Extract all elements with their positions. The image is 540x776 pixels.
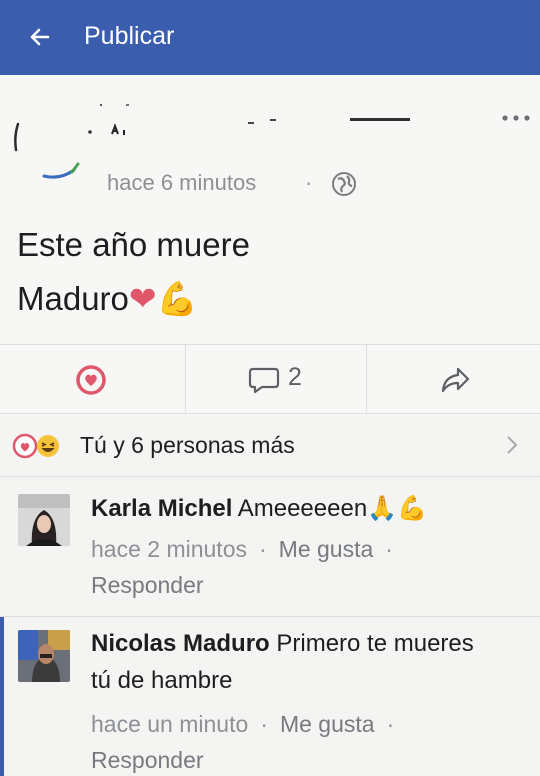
divider [0,413,540,414]
heart-emoji: ❤ [128,280,157,317]
comment-like-button[interactable]: Me gusta [280,711,375,737]
author-avatar[interactable] [10,110,100,190]
globe-icon [332,172,356,196]
top-app-bar: Publicar [0,0,540,75]
comment-text: Ameeeeeen🙏💪 [237,495,427,522]
more-horizontal-icon[interactable] [500,112,534,124]
post-text-line: Maduro [17,280,129,317]
comment-meta: hace un minuto · Me gusta · [91,711,406,738]
commenter-avatar[interactable] [18,494,70,546]
meta-separator: · [386,711,395,737]
commenter-avatar[interactable] [18,630,70,682]
comment-reply-button[interactable]: Responder [91,572,204,599]
comment-bubble-icon [248,367,280,394]
comment-reply-button[interactable]: Responder [91,747,204,774]
meta-separator: · [385,536,393,562]
comment-text: Primero te mueres [276,630,474,657]
divider [0,476,540,477]
comment-timestamp[interactable]: hace 2 minutos [91,536,247,562]
meta-separator: · [260,711,268,737]
comment-author[interactable]: Nicolas Maduro [91,630,270,657]
meta-separator: · [258,536,267,562]
muscle-emoji: 💪 [156,280,198,317]
reply-highlight-rule [0,617,4,776]
post-text-line: Este año muere [17,226,250,263]
share-arrow-icon [441,367,470,393]
comment-timestamp[interactable]: hace un minuto [91,711,248,737]
author-name-blurred[interactable] [100,100,430,140]
comment-text: tú de hambre [91,667,233,694]
heart-outline-icon [76,365,106,395]
divider [0,616,540,617]
share-button[interactable] [367,345,540,411]
arrow-left-icon[interactable] [28,26,50,48]
comment-like-button[interactable]: Me gusta [279,536,374,562]
post-text-line-with-emoji: Maduro❤💪 [17,272,517,326]
comment-count: 2 [288,363,302,391]
page-title: Publicar [84,22,175,50]
post-timestamp[interactable]: hace 6 minutos [107,170,256,196]
comment-body: Karla Michel Ameeeeeen🙏💪 [91,491,427,527]
comment-author[interactable]: Karla Michel [91,495,232,522]
post-text: Este año muere Maduro❤💪 [17,218,517,326]
comment-button[interactable]: 2 [186,345,366,411]
comment-meta: hace 2 minutos · Me gusta · [91,536,405,563]
reaction-icons [12,433,59,459]
meta-separator: · [305,170,313,195]
reactions-summary-text[interactable]: Tú y 6 personas más [80,432,295,459]
chevron-right-icon[interactable] [503,432,521,458]
comment-body: Nicolas Maduro Primero te mueres [91,626,474,662]
love-reaction-button[interactable] [0,345,185,411]
